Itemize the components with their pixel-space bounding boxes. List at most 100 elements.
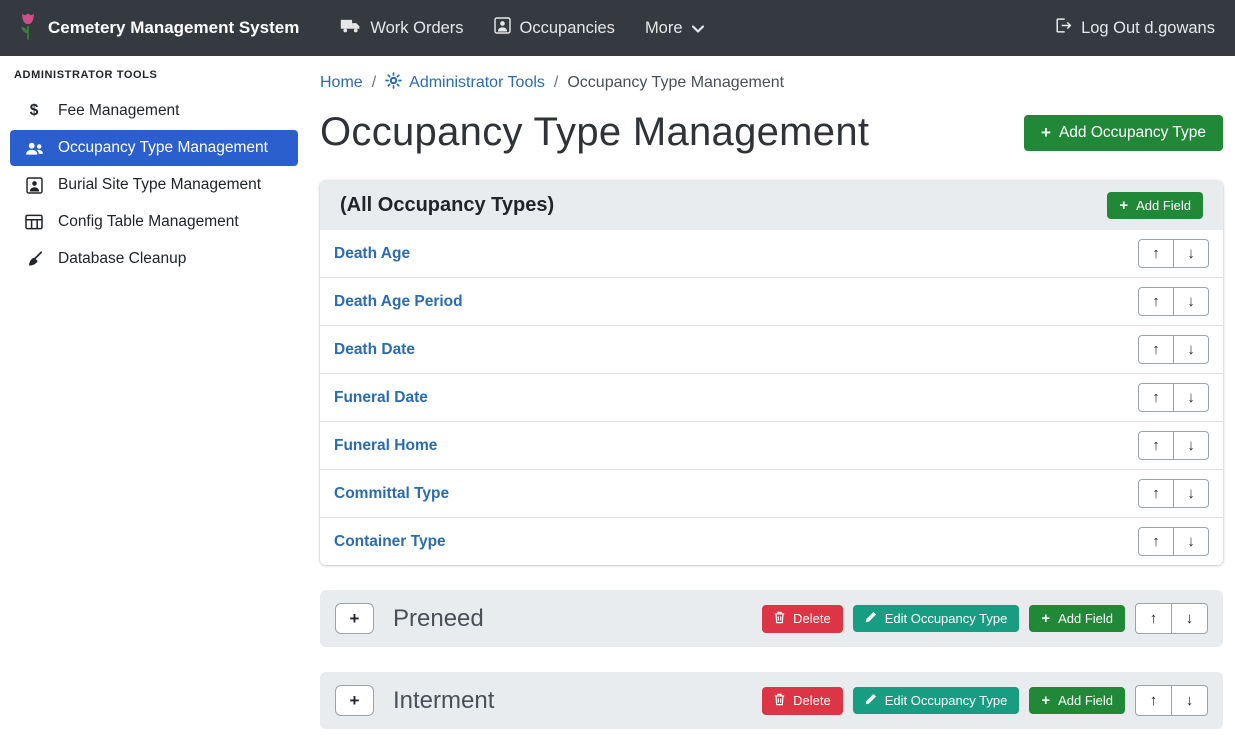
field-link-container-type[interactable]: Container Type (334, 533, 446, 551)
reorder-buttons: ↑ ↓ (1138, 431, 1209, 460)
move-down-button[interactable]: ↓ (1173, 383, 1209, 412)
reorder-buttons: ↑ ↓ (1138, 335, 1209, 364)
broom-icon (23, 251, 45, 268)
field-row: Death Age ↑ ↓ (320, 230, 1223, 278)
move-down-button[interactable]: ↓ (1171, 685, 1208, 716)
trash-icon (774, 611, 785, 627)
move-up-button[interactable]: ↑ (1138, 383, 1174, 412)
field-link-death-date[interactable]: Death Date (334, 341, 415, 359)
move-up-button[interactable]: ↑ (1135, 603, 1172, 634)
field-link-funeral-home[interactable]: Funeral Home (334, 437, 437, 455)
section-preneed: + Preneed Delete (320, 590, 1223, 647)
add-field-label: Add Field (1058, 611, 1113, 626)
add-field-label: Add Field (1136, 198, 1191, 213)
sidebar-item-label: Occupancy Type Management (58, 139, 268, 157)
field-row: Container Type ↑ ↓ (320, 518, 1223, 565)
page-title: Occupancy Type Management (320, 110, 869, 155)
breadcrumb: Home / Ad (320, 72, 1223, 94)
breadcrumb-admin-tools-link[interactable]: Administrator Tools (385, 72, 545, 94)
sidebar-item-occupancy-type-management[interactable]: Occupancy Type Management (10, 130, 298, 166)
edit-occupancy-type-button[interactable]: Edit Occupancy Type (853, 605, 1020, 632)
expand-section-button[interactable]: + (335, 685, 374, 716)
reorder-buttons: ↑ ↓ (1138, 287, 1209, 316)
move-down-button[interactable]: ↓ (1171, 603, 1208, 634)
delete-button[interactable]: Delete (762, 687, 843, 715)
users-icon (23, 141, 45, 156)
breadcrumb-home-link[interactable]: Home (320, 74, 363, 92)
sidebar-item-label: Burial Site Type Management (58, 176, 261, 194)
field-link-funeral-date[interactable]: Funeral Date (334, 389, 428, 407)
field-row: Funeral Home ↑ ↓ (320, 422, 1223, 470)
breadcrumb-admin-tools-label: Administrator Tools (409, 74, 545, 92)
move-up-button[interactable]: ↑ (1135, 685, 1172, 716)
plus-icon: + (1119, 198, 1128, 213)
delete-label: Delete (793, 611, 831, 626)
edit-occupancy-type-button[interactable]: Edit Occupancy Type (853, 687, 1020, 714)
card-title: (All Occupancy Types) (340, 194, 554, 217)
arrow-up-icon: ↑ (1152, 245, 1160, 262)
move-up-button[interactable]: ↑ (1138, 527, 1174, 556)
section-title: Interment (393, 687, 494, 715)
arrow-up-icon: ↑ (1152, 485, 1160, 502)
section-title: Preneed (393, 605, 484, 633)
move-up-button[interactable]: ↑ (1138, 239, 1174, 268)
reorder-buttons: ↑ ↓ (1138, 479, 1209, 508)
sidebar-item-label: Database Cleanup (58, 250, 186, 268)
arrow-down-icon: ↓ (1187, 389, 1195, 406)
arrow-up-icon: ↑ (1152, 341, 1160, 358)
arrow-up-icon: ↑ (1150, 610, 1158, 627)
add-occupancy-type-button[interactable]: + Add Occupancy Type (1024, 115, 1223, 151)
field-link-death-age[interactable]: Death Age (334, 245, 410, 263)
field-row: Death Date ↑ ↓ (320, 326, 1223, 374)
nav-work-orders[interactable]: Work Orders (340, 18, 463, 38)
move-down-button[interactable]: ↓ (1173, 335, 1209, 364)
edit-label: Edit Occupancy Type (885, 611, 1008, 626)
sidebar-item-config-table-management[interactable]: Config Table Management (10, 204, 298, 240)
sidebar-item-fee-management[interactable]: $ Fee Management (10, 93, 298, 129)
add-field-button[interactable]: + Add Field (1029, 687, 1125, 714)
move-down-button[interactable]: ↓ (1173, 431, 1209, 460)
move-up-button[interactable]: ↑ (1138, 287, 1174, 316)
plus-icon: + (1041, 693, 1050, 708)
move-up-button[interactable]: ↑ (1138, 431, 1174, 460)
logout-button[interactable]: Log Out d.gowans (1054, 17, 1215, 39)
field-link-committal-type[interactable]: Committal Type (334, 485, 449, 503)
move-down-button[interactable]: ↓ (1173, 479, 1209, 508)
field-link-death-age-period[interactable]: Death Age Period (334, 293, 463, 311)
arrow-down-icon: ↓ (1187, 341, 1195, 358)
delete-button[interactable]: Delete (762, 605, 843, 633)
sidebar-item-database-cleanup[interactable]: Database Cleanup (10, 241, 298, 277)
section-interment: + Interment Delete (320, 672, 1223, 729)
move-down-button[interactable]: ↓ (1173, 527, 1209, 556)
arrow-down-icon: ↓ (1187, 533, 1195, 550)
add-field-button[interactable]: + Add Field (1029, 605, 1125, 632)
move-up-button[interactable]: ↑ (1138, 335, 1174, 364)
chevron-down-icon (692, 19, 704, 38)
sidebar-item-label: Fee Management (58, 102, 180, 120)
person-frame-icon (494, 17, 511, 39)
move-down-button[interactable]: ↓ (1173, 239, 1209, 268)
section-actions: Delete Edit Occupancy Type + Add Field ↑ (762, 603, 1208, 634)
nav-occupancies[interactable]: Occupancies (494, 17, 615, 39)
reorder-buttons: ↑ ↓ (1138, 383, 1209, 412)
top-navbar: Cemetery Management System Work Orders O… (0, 0, 1235, 56)
section-actions: Delete Edit Occupancy Type + Add Field ↑ (762, 685, 1208, 716)
arrow-down-icon: ↓ (1186, 692, 1194, 709)
app-brand[interactable]: Cemetery Management System (18, 11, 299, 46)
expand-section-button[interactable]: + (335, 603, 374, 634)
nav-label: Occupancies (520, 19, 615, 38)
edit-label: Edit Occupancy Type (885, 693, 1008, 708)
move-up-button[interactable]: ↑ (1138, 479, 1174, 508)
arrow-up-icon: ↑ (1150, 692, 1158, 709)
breadcrumb-separator: / (372, 74, 376, 92)
all-occupancy-types-header: (All Occupancy Types) + Add Field (320, 181, 1223, 230)
add-field-button[interactable]: + Add Field (1107, 192, 1203, 219)
reorder-buttons: ↑ ↓ (1135, 603, 1208, 634)
plus-icon: + (350, 609, 360, 629)
sidebar-item-burial-site-type-management[interactable]: Burial Site Type Management (10, 167, 298, 203)
arrow-up-icon: ↑ (1152, 293, 1160, 310)
dollar-icon: $ (23, 102, 45, 120)
nav-more[interactable]: More (645, 19, 704, 38)
sidebar-item-label: Config Table Management (58, 213, 239, 231)
move-down-button[interactable]: ↓ (1173, 287, 1209, 316)
